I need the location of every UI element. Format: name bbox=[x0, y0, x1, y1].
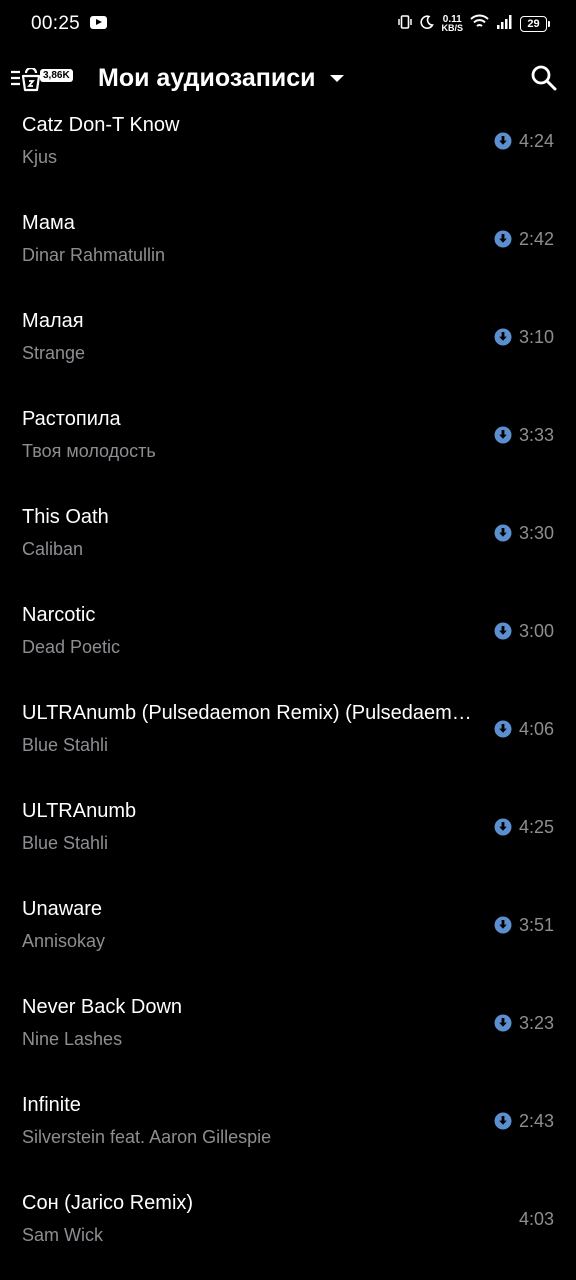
downloaded-icon bbox=[494, 328, 512, 346]
track-title: Infinite bbox=[22, 1094, 81, 1116]
track-duration: 4:24 bbox=[518, 131, 554, 151]
youtube-icon bbox=[90, 16, 107, 29]
menu-icon bbox=[11, 68, 41, 92]
track-artist: Sam Wick bbox=[22, 1225, 103, 1245]
track-duration: 3:51 bbox=[518, 915, 554, 935]
track-title: Narcotic bbox=[22, 604, 96, 626]
track-title: Unaware bbox=[22, 898, 103, 920]
battery-icon: 29 bbox=[520, 16, 550, 32]
track-title: Растопила bbox=[22, 408, 121, 430]
vibrate-icon bbox=[397, 14, 413, 35]
track-duration: 4:06 bbox=[518, 719, 554, 739]
title-dropdown[interactable]: Мои аудиозаписи bbox=[98, 61, 344, 95]
track-artist: Strange bbox=[22, 343, 86, 363]
track-row[interactable]: Сон (Jarico Remix) Sam Wick 4:03 bbox=[0, 1188, 576, 1280]
track-row[interactable]: ULTRAnumb Blue Stahli 4:25 bbox=[0, 796, 576, 894]
track-artist: Caliban bbox=[22, 539, 84, 559]
track-title: Never Back Down bbox=[22, 996, 183, 1018]
net-speed: 0.11 KB/S bbox=[441, 15, 463, 33]
chevron-down-icon bbox=[329, 74, 344, 82]
track-artist: Dead Poetic bbox=[22, 637, 121, 657]
search-icon bbox=[531, 65, 557, 91]
status-bar: 00:25 0.11 KB/S 29 bbox=[0, 0, 576, 48]
track-row[interactable]: Never Back Down Nine Lashes 3:23 bbox=[0, 992, 576, 1090]
track-row[interactable]: Narcotic Dead Poetic 3:00 bbox=[0, 600, 576, 698]
track-artist: Blue Stahli bbox=[22, 833, 109, 853]
downloaded-icon bbox=[494, 916, 512, 934]
track-title: Catz Don-T Know bbox=[22, 114, 180, 136]
menu-badge: 3,86K bbox=[40, 69, 73, 82]
track-title: ULTRAnumb (Pulsedaemon Remix) (Pulsedaem… bbox=[22, 702, 482, 724]
track-duration: 3:30 bbox=[518, 523, 554, 543]
downloaded-icon bbox=[494, 426, 512, 444]
downloaded-icon bbox=[494, 230, 512, 248]
track-row[interactable]: This Oath Caliban 3:30 bbox=[0, 502, 576, 600]
track-artist: Annisokay bbox=[22, 931, 106, 951]
track-duration: 3:00 bbox=[518, 621, 554, 641]
track-row[interactable]: Мама Dinar Rahmatullin 2:42 bbox=[0, 208, 576, 306]
track-artist: Silverstein feat. Aaron Gillespie bbox=[22, 1127, 272, 1147]
track-artist: Nine Lashes bbox=[22, 1029, 123, 1049]
track-title: Мама bbox=[22, 212, 75, 234]
moon-icon bbox=[420, 14, 435, 34]
track-row[interactable]: Unaware Annisokay 3:51 bbox=[0, 894, 576, 992]
track-title: ULTRAnumb bbox=[22, 800, 137, 822]
track-artist: Твоя молодость bbox=[22, 441, 156, 461]
app-toolbar: 3,86K Мои аудиозаписи bbox=[0, 48, 576, 110]
screen: 00:25 0.11 KB/S 29 3,86K Мои аудиозаписи… bbox=[0, 0, 576, 1280]
track-artist: Dinar Rahmatullin bbox=[22, 245, 166, 265]
track-row[interactable]: Растопила Твоя молодость 3:33 bbox=[0, 404, 576, 502]
downloaded-icon bbox=[494, 1112, 512, 1130]
menu-button[interactable]: 3,86K bbox=[8, 58, 73, 98]
net-speed-unit: KB/S bbox=[441, 23, 463, 33]
track-row[interactable]: Catz Don-T Know Kjus 4:24 bbox=[0, 110, 576, 208]
downloaded-icon bbox=[494, 524, 512, 542]
track-row[interactable]: Малая Strange 3:10 bbox=[0, 306, 576, 404]
track-duration: 2:43 bbox=[518, 1111, 554, 1131]
track-duration: 3:23 bbox=[518, 1013, 554, 1033]
downloaded-icon bbox=[494, 720, 512, 738]
track-row[interactable]: ULTRAnumb (Pulsedaemon Remix) (Pulsedaem… bbox=[0, 698, 576, 796]
track-duration: 4:03 bbox=[518, 1209, 554, 1229]
track-artist: Blue Stahli bbox=[22, 735, 109, 755]
search-button[interactable] bbox=[528, 62, 560, 94]
wifi-icon bbox=[470, 14, 489, 34]
track-title: Малая bbox=[22, 310, 84, 332]
track-duration: 2:42 bbox=[518, 229, 554, 249]
status-time: 00:25 bbox=[31, 13, 81, 34]
track-title: Сон (Jarico Remix) bbox=[22, 1192, 194, 1214]
page-title: Мои аудиозаписи bbox=[98, 63, 316, 92]
signal-icon bbox=[496, 14, 513, 34]
track-title: This Oath bbox=[22, 506, 109, 528]
track-row[interactable]: Infinite Silverstein feat. Aaron Gillespi… bbox=[0, 1090, 576, 1188]
track-duration: 3:10 bbox=[518, 327, 554, 347]
track-duration: 4:25 bbox=[518, 817, 554, 837]
track-artist: Kjus bbox=[22, 147, 58, 167]
status-icons: 0.11 KB/S 29 bbox=[397, 12, 550, 36]
downloaded-icon bbox=[494, 132, 512, 150]
downloaded-icon bbox=[494, 622, 512, 640]
downloaded-icon bbox=[494, 1014, 512, 1032]
downloaded-icon bbox=[494, 818, 512, 836]
track-duration: 3:33 bbox=[518, 425, 554, 445]
